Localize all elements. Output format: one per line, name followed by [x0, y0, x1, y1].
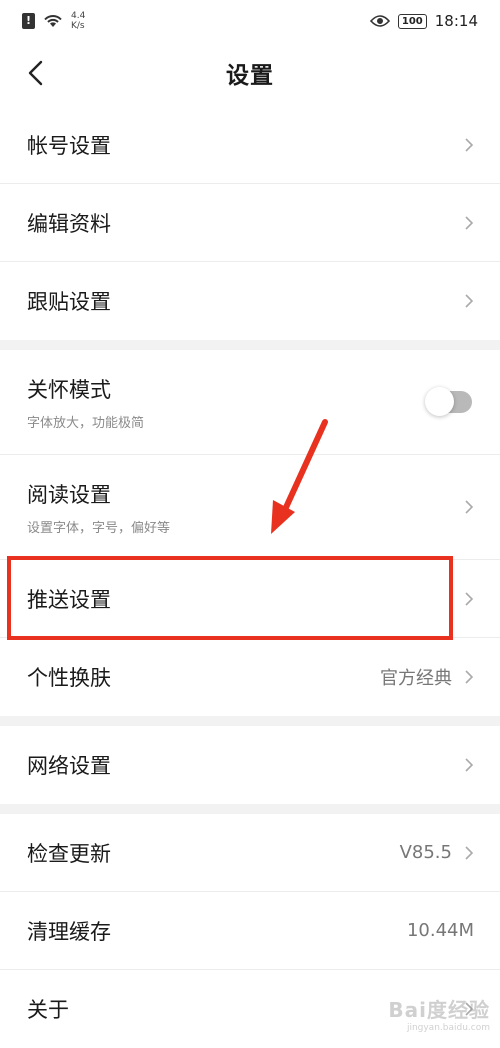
settings-row-clear-cache[interactable]: 清理缓存 10.44M — [0, 892, 500, 970]
chevron-right-icon — [464, 757, 474, 773]
row-label: 阅读设置 — [27, 479, 464, 509]
watermark-logo: Bai度经验 — [388, 994, 490, 1023]
status-bar: ! 4.4 K/s 100 18:14 — [0, 0, 500, 42]
red-arrow-icon — [265, 418, 335, 536]
network-speed: 4.4 K/s — [71, 11, 85, 31]
group-divider — [0, 804, 500, 814]
row-label: 检查更新 — [27, 838, 400, 868]
chevron-right-icon — [464, 499, 474, 515]
page-title: 设置 — [0, 56, 500, 90]
settings-row-check-update[interactable]: 检查更新 V85.5 — [0, 814, 500, 892]
chevron-right-icon — [464, 215, 474, 231]
row-label: 网络设置 — [27, 750, 464, 780]
care-mode-toggle[interactable] — [426, 391, 472, 413]
chevron-right-icon — [464, 591, 474, 607]
row-subtitle: 字体放大，功能极简 — [27, 412, 426, 431]
battery-indicator: 100 — [398, 14, 427, 29]
watermark: Bai度经验 jingyan.baidu.com — [388, 994, 490, 1033]
settings-row-skin[interactable]: 个性换肤 官方经典 — [0, 638, 500, 716]
status-right: 100 18:14 — [370, 12, 478, 30]
row-label: 关怀模式 — [27, 374, 426, 404]
wifi-icon — [43, 13, 63, 29]
toggle-knob — [425, 387, 454, 416]
eye-icon — [370, 14, 390, 28]
settings-row-comment[interactable]: 跟贴设置 — [0, 262, 500, 340]
net-speed-unit: K/s — [71, 21, 85, 31]
row-text: 阅读设置 设置字体，字号，偏好等 — [27, 479, 464, 536]
chevron-right-icon — [464, 293, 474, 309]
highlight-box — [7, 556, 453, 640]
nav-header: 设置 — [0, 42, 500, 106]
row-value: 10.44M — [407, 920, 474, 941]
row-label: 帐号设置 — [27, 130, 464, 160]
settings-row-care-mode[interactable]: 关怀模式 字体放大，功能极简 — [0, 350, 500, 455]
settings-row-network[interactable]: 网络设置 — [0, 726, 500, 804]
sim-alert-icon: ! — [22, 13, 35, 29]
watermark-url: jingyan.baidu.com — [388, 1023, 490, 1033]
net-speed-value: 4.4 — [71, 11, 85, 21]
row-label: 跟贴设置 — [27, 286, 464, 316]
settings-row-edit-profile[interactable]: 编辑资料 — [0, 184, 500, 262]
row-value: V85.5 — [400, 842, 452, 863]
group-divider — [0, 340, 500, 350]
status-time: 18:14 — [435, 12, 478, 30]
status-left: ! 4.4 K/s — [22, 11, 85, 31]
row-subtitle: 设置字体，字号，偏好等 — [27, 517, 464, 536]
settings-row-account[interactable]: 帐号设置 — [0, 106, 500, 184]
settings-row-reading[interactable]: 阅读设置 设置字体，字号，偏好等 — [0, 455, 500, 560]
chevron-right-icon — [464, 137, 474, 153]
row-value: 官方经典 — [380, 664, 452, 690]
row-label: 编辑资料 — [27, 208, 464, 238]
row-label: 清理缓存 — [27, 916, 407, 946]
row-label: 个性换肤 — [27, 662, 380, 692]
chevron-right-icon — [464, 669, 474, 685]
chevron-right-icon — [464, 845, 474, 861]
row-text: 关怀模式 字体放大，功能极简 — [27, 374, 426, 431]
group-divider — [0, 716, 500, 726]
